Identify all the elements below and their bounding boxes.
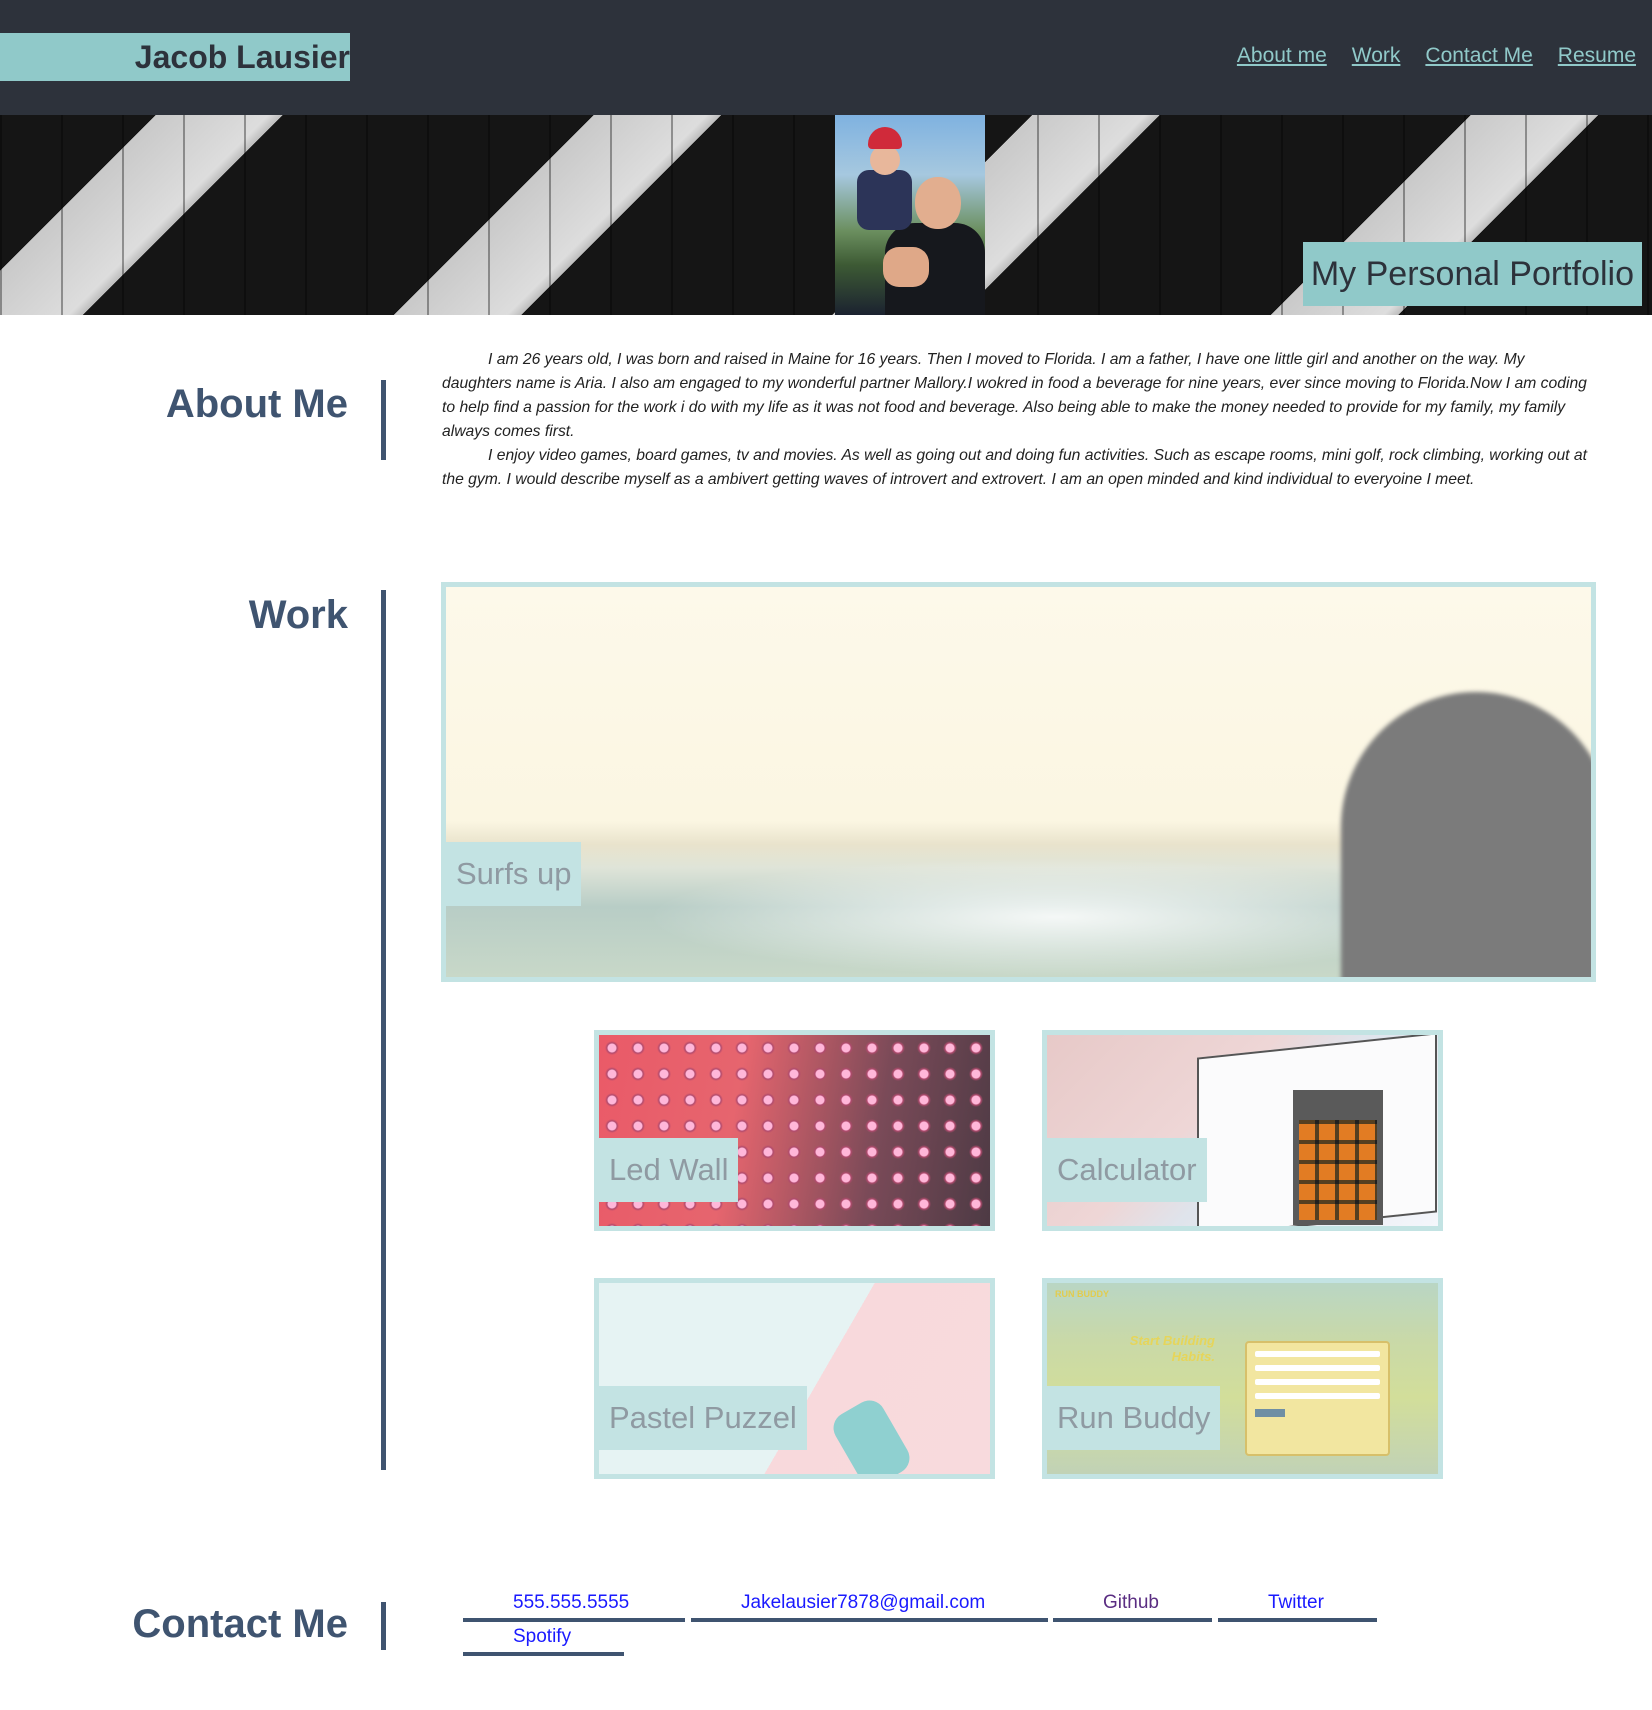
project-card-surfs-up[interactable]: Surfs up [441,582,1596,982]
project-label: Run Buddy [1047,1386,1221,1450]
project-label: Surfs up [446,842,582,906]
about-paragraph: I enjoy video games, board games, tv and… [442,447,1587,488]
contact-phone-link[interactable]: 555.555.5555 [463,1588,685,1622]
project-label: Calculator [1047,1138,1207,1202]
contact-github-link[interactable]: Github [1053,1588,1212,1622]
brand-title: Jacob Lausier [0,33,350,81]
about-text: I am 26 years old, I was born and raised… [442,348,1595,492]
nav-resume[interactable]: Resume [1558,44,1636,68]
project-card-calculator[interactable]: Calculator [1042,1030,1443,1231]
contact-email-link[interactable]: Jakelausier7878@gmail.com [691,1588,1048,1622]
project-card-pastel-puzzel[interactable]: Pastel Puzzel [594,1278,995,1479]
contact-divider [381,1602,386,1650]
about-divider [381,380,386,460]
main-nav: About me Work Contact Me Resume [1237,44,1636,68]
work-heading: Work [248,593,348,637]
contact-spotify-link[interactable]: Spotify [463,1622,624,1656]
about-heading: About Me [165,382,348,426]
run-buddy-brand: RUN BUDDY [1055,1289,1109,1299]
work-divider [381,590,386,1470]
top-bar: Jacob Lausier About me Work Contact Me R… [0,0,1652,115]
project-label: Led Wall [599,1138,739,1202]
contact-heading: Contact Me [132,1602,348,1646]
project-label: Pastel Puzzel [599,1386,807,1450]
contact-twitter-link[interactable]: Twitter [1218,1588,1377,1622]
nav-about-me[interactable]: About me [1237,44,1327,68]
nav-contact-me[interactable]: Contact Me [1425,44,1532,68]
about-paragraph: I am 26 years old, I was born and raised… [442,351,1587,440]
run-buddy-headline: Start Building Habits. [1129,1333,1215,1364]
profile-photo [835,115,985,315]
hero-title: My Personal Portfolio [1302,242,1642,306]
project-card-led-wall[interactable]: Led Wall [594,1030,995,1231]
hero-banner: My Personal Portfolio [0,115,1652,315]
nav-work[interactable]: Work [1352,44,1401,68]
project-card-run-buddy[interactable]: RUN BUDDY Start Building Habits. Run Bud… [1042,1278,1443,1479]
